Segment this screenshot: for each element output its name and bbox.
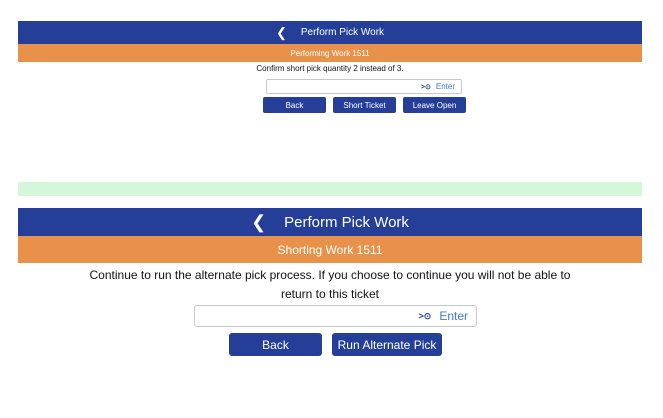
bottom-enter-button[interactable]: Enter	[439, 309, 468, 323]
short-ticket-button[interactable]: Short Ticket	[333, 97, 396, 113]
bottom-subheader: Shorting Work 1511	[18, 236, 642, 263]
top-scan-input[interactable]: >⊙ Enter	[266, 79, 462, 94]
bottom-header-title: Perform Pick Work	[284, 213, 409, 231]
top-header-title: Perform Pick Work	[300, 27, 385, 38]
run-alternate-pick-button[interactable]: Run Alternate Pick	[332, 333, 442, 356]
leave-open-button[interactable]: Leave Open	[403, 97, 466, 113]
bottom-header-bar: ❮ Perform Pick Work	[18, 208, 642, 236]
bottom-message: Continue to run the alternate pick proce…	[89, 268, 571, 301]
divider-band	[18, 182, 642, 196]
chevron-left-icon[interactable]: ❮	[251, 213, 266, 231]
top-back-button[interactable]: Back	[263, 97, 326, 113]
top-subheader: Performing Work 1511	[18, 44, 642, 62]
bottom-back-button[interactable]: Back	[229, 333, 322, 356]
scan-icon[interactable]: >⊙	[421, 83, 431, 91]
scan-icon[interactable]: >⊙	[419, 311, 432, 322]
chevron-left-icon[interactable]: ❮	[276, 26, 287, 39]
top-enter-button[interactable]: Enter	[436, 82, 455, 91]
bottom-scan-input[interactable]: >⊙ Enter	[194, 305, 477, 327]
top-message: Confirm short pick quantity 2 instead of…	[256, 64, 404, 73]
top-header-bar: ❮ Perform Pick Work	[18, 21, 642, 44]
